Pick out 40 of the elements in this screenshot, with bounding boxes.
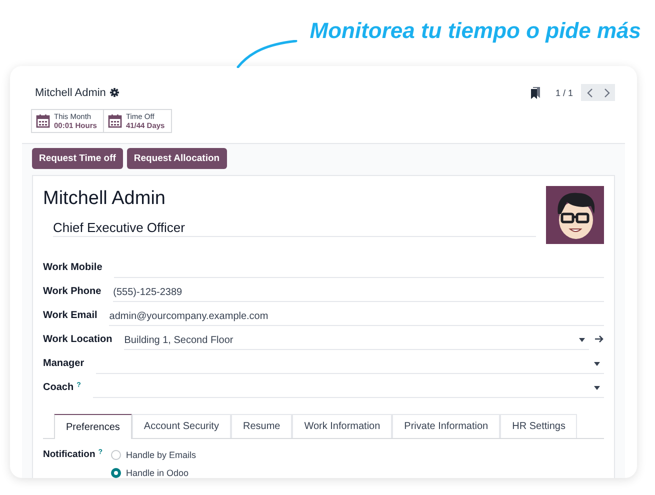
field-label: Work Phone	[43, 286, 102, 297]
option-label: Handle in Odoo	[126, 468, 189, 478]
tab[interactable]: HR Settings	[500, 414, 578, 438]
radio-button[interactable]	[111, 450, 121, 460]
employee-name: Mitchell Admin	[43, 188, 166, 210]
tab[interactable]: Work Information	[292, 414, 392, 438]
settings-icon[interactable]	[110, 88, 119, 97]
dropdown-caret-icon	[579, 338, 585, 342]
avatar-drawing[interactable]	[546, 186, 604, 244]
option-label: Handle by Emails	[126, 450, 196, 460]
tab[interactable]: Account Security	[132, 414, 231, 438]
right-arrow-icon[interactable]	[595, 335, 604, 343]
chevron-left-icon	[586, 88, 592, 98]
tab[interactable]: Preferences	[54, 414, 132, 439]
field-label: Notification	[43, 449, 96, 460]
field-label: Coach	[43, 382, 74, 393]
calendar-icon	[36, 114, 50, 128]
bookmark-icon[interactable]	[531, 86, 542, 98]
action-button[interactable]: Request Time off	[32, 148, 123, 169]
pager-counter: 1 / 1	[555, 88, 573, 98]
calendar-icon	[108, 114, 122, 128]
field-label: Work Email	[43, 310, 98, 321]
input-field[interactable]: admin@yourcompany.example.com	[109, 307, 604, 326]
field-label: Manager	[43, 358, 84, 369]
breadcrumb-title: Mitchell Admin	[35, 86, 106, 98]
field-label: Work Location	[43, 334, 112, 345]
radio-button[interactable]	[111, 468, 121, 478]
tab[interactable]: Private Information	[392, 414, 500, 438]
dropdown-caret-icon	[594, 386, 600, 390]
radio-option[interactable]: Handle by Emails	[111, 450, 604, 460]
action-button[interactable]: Request Allocation	[126, 148, 227, 169]
chevron-right-icon	[604, 88, 610, 98]
job-title-field[interactable]: Chief Executive Officer	[53, 220, 536, 237]
dropdown-caret-icon	[594, 362, 600, 366]
headline: Monitorea tu tiempo o pide más	[310, 18, 641, 45]
field-label: Work Mobile	[43, 262, 102, 273]
radio-option[interactable]: Handle in Odoo	[111, 468, 604, 478]
tab[interactable]: Resume	[230, 414, 292, 438]
input-field[interactable]: Building 1, Second Floor	[124, 331, 589, 350]
input-field[interactable]: (555)-125-2389	[113, 283, 604, 302]
